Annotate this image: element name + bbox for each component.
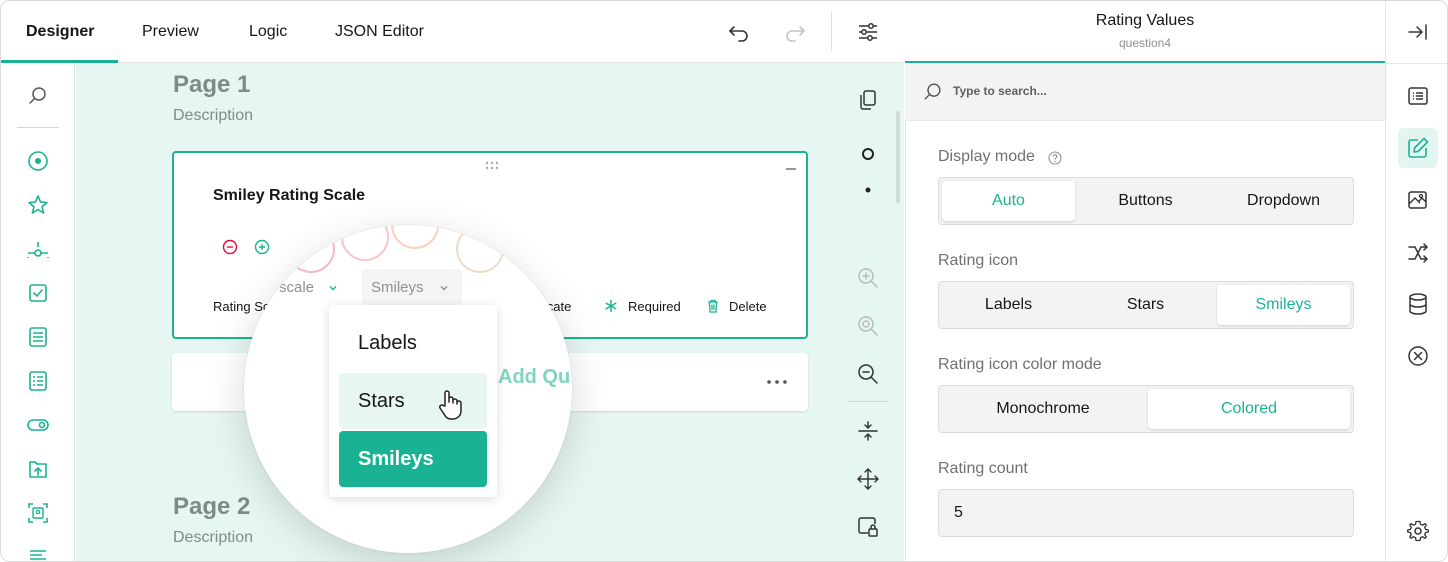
collapse-all-icon[interactable] (856, 419, 880, 443)
logic-flow-icon[interactable] (1406, 241, 1430, 265)
question-title[interactable]: Smiley Rating Scale (213, 187, 365, 205)
smiley-rating-item-5[interactable] (510, 225, 560, 273)
property-search-input[interactable]: Type to search... (953, 84, 1047, 98)
drag-handle-icon[interactable] (484, 161, 500, 171)
rating-count-input[interactable]: 5 (938, 489, 1354, 537)
file-upload-icon[interactable] (26, 457, 50, 481)
rate-type-value: Smileys (371, 279, 424, 296)
question-toolbox (1, 63, 75, 562)
display-mode-label: Display mode (938, 148, 1035, 165)
delete-button[interactable]: Delete (729, 299, 767, 314)
large-dot-icon[interactable] (856, 142, 880, 166)
toolbar-divider (831, 11, 832, 51)
property-grid-header: Rating Values question4 (905, 1, 1385, 63)
side-panel-tabs (1385, 1, 1447, 561)
help-icon[interactable] (1048, 151, 1062, 165)
matrix-icon[interactable] (26, 369, 50, 393)
tab-logic[interactable]: Logic (249, 1, 287, 63)
property-search-bar[interactable]: Type to search... (905, 63, 1385, 121)
display-mode-buttons[interactable]: Buttons (1079, 181, 1212, 221)
rating-icon-smileys[interactable]: Smileys (1217, 285, 1350, 325)
rating-icon-stars[interactable]: Stars (1079, 285, 1212, 325)
smiley-rating-item-4[interactable] (456, 225, 504, 273)
required-asterisk-icon (605, 300, 617, 312)
radiogroup-icon[interactable] (26, 149, 50, 173)
page-1-title[interactable]: Page 1 (173, 71, 250, 99)
redo-icon[interactable] (783, 20, 807, 44)
property-grid-title: Rating Values (1095, 12, 1195, 29)
top-tab-bar: Designer Preview Logic JSON Editor (1, 1, 904, 63)
required-toggle[interactable]: Required (628, 299, 681, 314)
property-grid-subtitle: question4 (1118, 36, 1172, 50)
edit-properties-icon[interactable] (1406, 136, 1430, 160)
rating-icon-labels[interactable]: Labels (942, 285, 1075, 325)
fit-to-page-icon[interactable] (856, 467, 880, 491)
checkbox-icon[interactable] (26, 281, 50, 305)
collapse-panel-icon[interactable] (1406, 20, 1430, 44)
color-mode-colored[interactable]: Colored (1148, 389, 1350, 429)
gear-icon[interactable] (1406, 519, 1430, 543)
rating-icon-selector: Labels Stars Smileys (938, 281, 1354, 329)
tab-json-editor[interactable]: JSON Editor (335, 1, 424, 63)
boolean-icon[interactable] (26, 413, 50, 437)
lock-question-icon[interactable] (856, 515, 880, 539)
rating-icon-color-mode-selector: Monochrome Colored (938, 385, 1354, 433)
right-tabs-divider (1386, 63, 1447, 64)
dropdown-option-smileys[interactable]: Smileys (339, 431, 487, 487)
rating-scale-label[interactable]: scale (279, 279, 314, 296)
chevron-down-icon (440, 286, 448, 291)
undo-icon[interactable] (727, 20, 751, 44)
remove-item-icon[interactable] (222, 239, 238, 255)
zoom-out-icon[interactable] (856, 362, 880, 386)
side-toolbar-divider (848, 401, 888, 402)
zoom-in-icon[interactable] (856, 266, 880, 290)
copy-icon[interactable] (856, 88, 880, 112)
dropdown-icon[interactable] (26, 325, 50, 349)
rating-icon-label: Rating icon (938, 252, 1019, 269)
page-1-description[interactable]: Description (173, 107, 253, 125)
database-icon[interactable] (1406, 292, 1430, 316)
smiley-rating-item-3[interactable] (391, 225, 439, 249)
add-item-icon[interactable] (254, 239, 270, 255)
page-2-title[interactable]: Page 2 (173, 493, 250, 521)
tab-designer[interactable]: Designer (26, 1, 94, 63)
toolbox-divider (17, 127, 59, 128)
slider-icon[interactable] (26, 238, 50, 262)
zoom-reset-icon[interactable] (856, 314, 880, 338)
general-list-icon[interactable] (1406, 84, 1430, 108)
smiley-rating-item-2[interactable] (341, 225, 389, 261)
collapse-icon[interactable] (786, 168, 796, 170)
search-icon (924, 83, 941, 100)
survey-creator-window: Designer Preview Logic JSON Editor Page … (0, 0, 1448, 562)
display-mode-dropdown[interactable]: Dropdown (1217, 181, 1350, 221)
dropdown-option-labels[interactable]: Labels (339, 315, 487, 371)
more-options-icon[interactable] (766, 379, 788, 385)
smiley-rating-item-1[interactable] (287, 225, 335, 273)
search-icon[interactable] (26, 84, 50, 108)
color-mode-monochrome[interactable]: Monochrome (942, 389, 1144, 429)
hand-cursor-icon (439, 390, 462, 420)
canvas-scrollbar[interactable] (896, 111, 900, 203)
text-icon[interactable] (26, 545, 50, 562)
trash-icon (708, 299, 718, 313)
display-mode-selector: Auto Buttons Dropdown (938, 177, 1354, 225)
rating-icon-color-mode-label: Rating icon color mode (938, 356, 1102, 373)
property-grid-body: Display mode Auto Buttons Dropdown Ratin… (905, 121, 1385, 561)
rating-count-label: Rating count (938, 460, 1028, 477)
display-mode-auto[interactable]: Auto (942, 181, 1075, 221)
image-picker-icon[interactable] (26, 501, 50, 525)
add-question-button[interactable]: Add Qu (498, 366, 570, 389)
page-2-description[interactable]: Description (173, 529, 253, 547)
rating-icon[interactable] (26, 193, 50, 217)
magnifier-lens: scale Smileys Add Qu Labels Stars Smiley… (244, 225, 572, 553)
chevron-down-icon[interactable] (328, 283, 338, 293)
image-settings-icon[interactable] (1406, 188, 1430, 212)
tab-preview[interactable]: Preview (142, 1, 199, 63)
dropdown-option-stars[interactable]: Stars (339, 373, 487, 429)
small-dot-icon[interactable] (856, 178, 880, 202)
rate-type-dropdown-menu: Labels Stars Smileys (329, 305, 497, 497)
clear-icon[interactable] (1406, 344, 1430, 368)
question-type-label[interactable]: Rating Sc (213, 299, 269, 314)
settings-sliders-icon[interactable] (856, 20, 880, 44)
